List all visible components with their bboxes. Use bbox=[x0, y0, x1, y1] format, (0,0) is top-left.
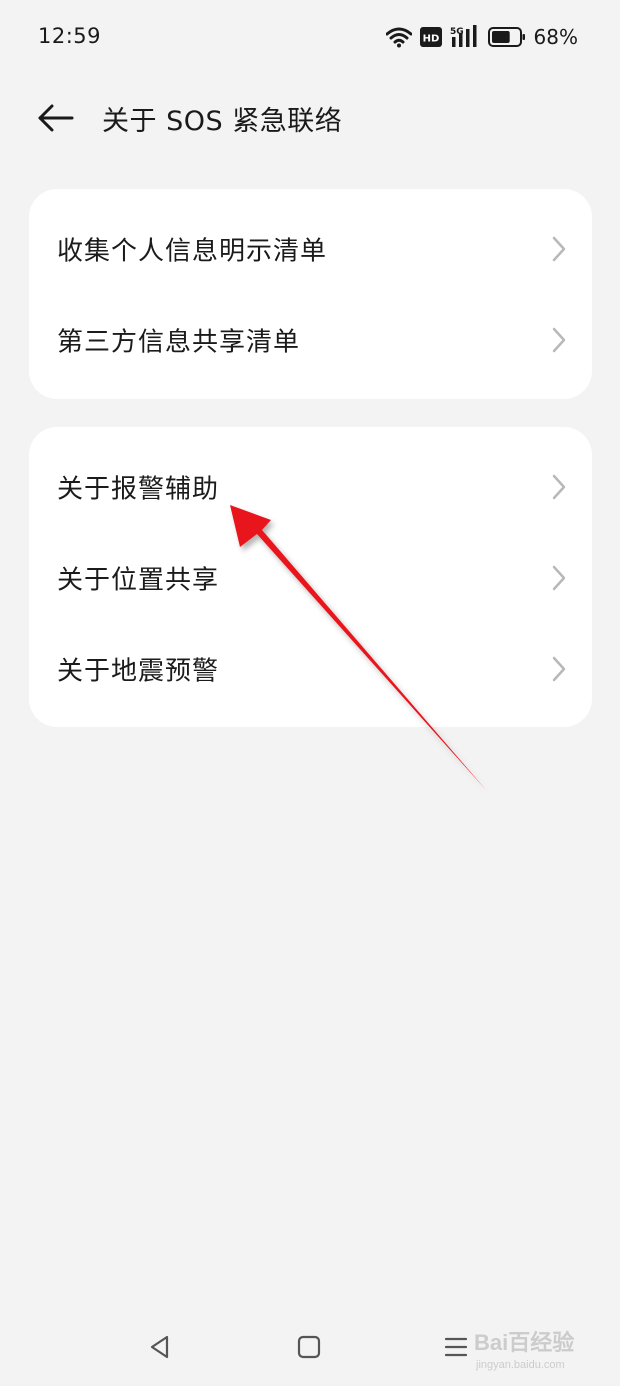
status-time: 12:59 bbox=[38, 24, 102, 48]
status-icons: HD 5G 68% bbox=[385, 24, 578, 50]
svg-text:HD: HD bbox=[422, 34, 439, 45]
list-item-personal-info[interactable]: 收集个人信息明示清单 bbox=[29, 204, 592, 294]
list-item-label: 第三方信息共享清单 bbox=[57, 327, 301, 358]
list-item-label: 关于位置共享 bbox=[57, 565, 220, 596]
signal-5g-icon: 5G bbox=[450, 25, 477, 47]
list-item-alarm-assist[interactable]: 关于报警辅助 bbox=[29, 442, 592, 532]
list-item-label: 收集个人信息明示清单 bbox=[57, 236, 328, 267]
hd-badge-icon: HD bbox=[419, 27, 442, 47]
about-list-card: 关于报警辅助 关于位置共享 关于地震预警 bbox=[29, 427, 592, 727]
arrow-left-icon bbox=[38, 104, 74, 132]
back-button[interactable] bbox=[34, 98, 78, 138]
status-bar: 12:59 HD 5G 68% bbox=[0, 0, 620, 76]
wifi-icon bbox=[385, 27, 412, 48]
chevron-right-icon bbox=[552, 327, 566, 353]
battery-icon bbox=[487, 27, 525, 47]
chevron-right-icon bbox=[552, 474, 566, 500]
navigation-bar bbox=[0, 1312, 620, 1382]
chevron-right-icon bbox=[552, 236, 566, 262]
info-list-card: 收集个人信息明示清单 第三方信息共享清单 bbox=[29, 189, 592, 399]
back-triangle-icon[interactable] bbox=[145, 1332, 175, 1362]
battery-percent: 68% bbox=[533, 25, 578, 49]
recents-menu-icon[interactable] bbox=[441, 1332, 471, 1362]
list-item-location-share[interactable]: 关于位置共享 bbox=[29, 533, 592, 623]
list-item-earthquake-warning[interactable]: 关于地震预警 bbox=[29, 624, 592, 714]
home-square-icon[interactable] bbox=[294, 1332, 324, 1362]
chevron-right-icon bbox=[552, 656, 566, 682]
list-item-label: 关于地震预警 bbox=[57, 656, 220, 687]
page-header: 关于 SOS 紧急联络 bbox=[0, 80, 620, 156]
list-item-label: 关于报警辅助 bbox=[57, 474, 220, 505]
page-title: 关于 SOS 紧急联络 bbox=[102, 106, 343, 137]
list-item-third-party[interactable]: 第三方信息共享清单 bbox=[29, 295, 592, 385]
chevron-right-icon bbox=[552, 565, 566, 591]
